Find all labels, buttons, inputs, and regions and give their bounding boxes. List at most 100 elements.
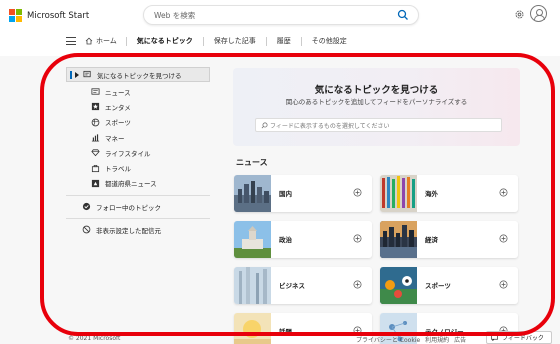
ball-icon: [91, 118, 100, 127]
topic-search-placeholder: フィードに表示するものを選択してください: [270, 123, 390, 130]
topic-thumbnail: [234, 221, 271, 258]
tab-interests[interactable]: 気になるトピック: [137, 36, 193, 46]
topic-thumbnail: [380, 175, 417, 212]
avatar[interactable]: [530, 5, 547, 22]
sidebar-item-travel[interactable]: トラベル: [91, 160, 210, 175]
top-bar: Microsoft Start Web を検索 ホーム 気になるトピック 保存し…: [0, 0, 560, 56]
topic-card-business[interactable]: ビジネス: [234, 267, 372, 304]
map-icon: [91, 179, 100, 188]
topic-card-label: 政治: [279, 236, 292, 244]
chart-icon: [91, 134, 100, 142]
sidebar-item-label: フォロー中のトピック: [96, 203, 161, 212]
topic-card-label: スポーツ: [425, 282, 451, 290]
gear-icon[interactable]: [514, 9, 525, 20]
topic-card-international[interactable]: 海外: [380, 175, 518, 212]
tab-settings[interactable]: その他設定: [312, 36, 347, 46]
topic-card-economy[interactable]: 経済: [380, 221, 518, 258]
sidebar-item-label: マネー: [105, 134, 125, 143]
sidebar-item-hidden-sources[interactable]: 非表示設定した配信元: [66, 222, 210, 237]
topic-card-label: 経済: [425, 236, 438, 244]
news-icon: [91, 88, 100, 95]
section-title: ニュース: [236, 158, 268, 167]
topic-card-label: 海外: [425, 190, 438, 198]
search-icon[interactable]: [397, 9, 409, 21]
tab-history[interactable]: 履歴: [277, 36, 291, 46]
feedback-label: フィードバック: [502, 335, 544, 342]
nav-divider: [202, 36, 204, 46]
topic-card-label: 話題: [279, 328, 292, 336]
feedback-icon: [491, 334, 498, 341]
search-icon: [261, 122, 268, 129]
nav-divider: [265, 36, 267, 46]
sidebar-item-label: ニュース: [105, 88, 131, 97]
add-topic-icon[interactable]: [499, 280, 508, 289]
topic-card-sports[interactable]: スポーツ: [380, 267, 518, 304]
topic-card-politics[interactable]: 政治: [234, 221, 372, 258]
sidebar-item-label: 気になるトピックを見つける: [97, 71, 182, 80]
hero-title: 気になるトピックを見つける: [314, 85, 439, 96]
discover-icon: [83, 70, 91, 78]
topic-thumbnail: [234, 313, 271, 344]
add-topic-icon[interactable]: [499, 234, 508, 243]
top-nav: ホーム 気になるトピック 保存した記事 履歴 その他設定: [66, 34, 357, 48]
nav-divider: [300, 36, 302, 46]
add-topic-icon[interactable]: [353, 280, 362, 289]
brand-logo[interactable]: Microsoft Start: [9, 9, 89, 22]
copyright: © 2021 Microsoft: [68, 335, 121, 342]
sidebar-item-label: ライフスタイル: [105, 149, 151, 158]
privacy-link[interactable]: プライバシーと Cookie: [356, 335, 420, 344]
suitcase-icon: [91, 164, 100, 172]
sidebar-item-label: スポーツ: [105, 119, 131, 128]
check-circle-icon: [82, 202, 91, 211]
terms-link[interactable]: 利用規約: [425, 335, 449, 344]
add-topic-icon[interactable]: [353, 188, 362, 197]
sidebar-item-money[interactable]: マネー: [91, 130, 210, 145]
sidebar-item-prefecture[interactable]: 都道府県ニュース: [91, 176, 210, 191]
search-input[interactable]: Web を検索: [154, 10, 195, 21]
hamburger-menu-icon[interactable]: [66, 37, 76, 45]
sidebar-item-discover[interactable]: 気になるトピックを見つける: [66, 67, 210, 82]
add-topic-icon[interactable]: [353, 234, 362, 243]
discover-hero: 気になるトピックを見つける 関心のあるトピックを追加してフィードをパーソナライズ…: [233, 68, 520, 146]
sidebar-divider: [66, 195, 210, 197]
nav-home[interactable]: ホーム: [85, 36, 117, 46]
topic-card-label: 国内: [279, 190, 292, 198]
footer-links: プライバシーと Cookie 利用規約 広告: [356, 335, 466, 344]
block-icon: [82, 225, 91, 234]
topic-thumbnail: [234, 175, 271, 212]
sidebar-item-label: トラベル: [105, 165, 131, 174]
nav-home-label: ホーム: [96, 37, 117, 45]
sidebar: 気になるトピックを見つける ニュース エンタメ スポーツ マネー ライフスタイル…: [66, 67, 210, 237]
topic-thumbnail: [234, 267, 271, 304]
nav-divider: [125, 36, 127, 46]
sidebar-category-list: ニュース エンタメ スポーツ マネー ライフスタイル トラベル 都道府県ニュース: [66, 84, 210, 191]
ads-link[interactable]: 広告: [454, 335, 466, 344]
sidebar-divider: [66, 218, 210, 220]
sidebar-item-followed[interactable]: フォロー中のトピック: [66, 199, 210, 214]
feedback-button[interactable]: フィードバック: [486, 331, 552, 344]
search-box[interactable]: Web を検索: [143, 5, 419, 25]
brand-name: Microsoft Start: [27, 10, 90, 21]
add-topic-icon[interactable]: [499, 188, 508, 197]
caret-right-icon[interactable]: [75, 71, 79, 78]
sidebar-item-entertainment[interactable]: エンタメ: [91, 99, 210, 114]
topic-card-domestic[interactable]: 国内: [234, 175, 372, 212]
microsoft-logo-icon: [9, 9, 22, 22]
home-icon: [85, 37, 93, 45]
star-icon: [91, 103, 100, 111]
topic-thumbnail: [380, 221, 417, 258]
add-topic-icon[interactable]: [353, 326, 362, 335]
sidebar-item-label: エンタメ: [105, 103, 131, 112]
selection-indicator: [70, 70, 72, 79]
topic-card-trending[interactable]: 話題: [234, 313, 372, 344]
sidebar-item-lifestyle[interactable]: ライフスタイル: [91, 145, 210, 160]
hero-subtitle: 関心のあるトピックを追加してフィードをパーソナライズする: [285, 98, 468, 106]
sidebar-item-sports[interactable]: スポーツ: [91, 115, 210, 130]
topic-search-input[interactable]: フィードに表示するものを選択してください: [255, 118, 502, 132]
sidebar-item-news[interactable]: ニュース: [91, 84, 210, 99]
gem-icon: [91, 149, 100, 157]
topic-thumbnail: [380, 267, 417, 304]
sidebar-item-label: 非表示設定した配信元: [96, 226, 161, 235]
topic-card-label: ビジネス: [279, 282, 305, 290]
tab-saved[interactable]: 保存した記事: [214, 36, 256, 46]
